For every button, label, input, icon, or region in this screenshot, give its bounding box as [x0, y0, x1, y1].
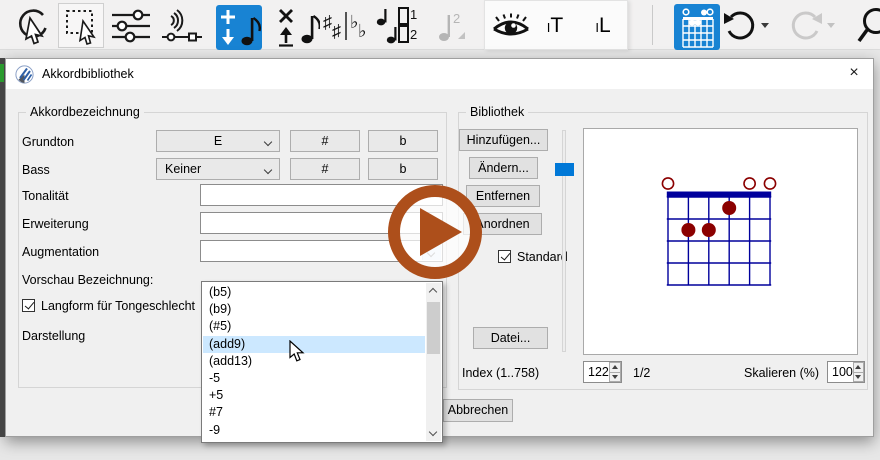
vorschau-label: Vorschau Bezeichnung:: [22, 273, 153, 287]
text-lyrics-icon[interactable]: IL: [586, 12, 620, 38]
text-title-icon[interactable]: IT: [538, 12, 572, 38]
chevron-down-icon: [264, 138, 272, 146]
background-window-sliver: [0, 58, 5, 437]
app-logo-icon: [15, 65, 34, 84]
scale-label: Skalieren (%): [744, 366, 819, 380]
grundton-combobox[interactable]: E: [156, 130, 280, 152]
dropdown-item[interactable]: #7: [203, 404, 425, 421]
lasso-select-icon[interactable]: [14, 7, 52, 45]
spin-up-icon[interactable]: [853, 362, 864, 373]
play-icon: [420, 208, 462, 256]
scroll-down-icon[interactable]: [426, 426, 441, 441]
library-slider-thumb[interactable]: [555, 163, 574, 176]
redo-dropdown-caret[interactable]: [827, 23, 835, 28]
main-toolbar: ♯ ♯ ♭ ♭ 1 2 2: [0, 0, 880, 50]
accidentals-icon[interactable]: ♯ ♯ ♭ ♭: [322, 7, 368, 45]
dropdown-item[interactable]: (b9): [203, 301, 425, 318]
cancel-button[interactable]: Abbrechen: [443, 399, 513, 422]
remove-button[interactable]: Entfernen: [466, 185, 540, 207]
standard-checkbox[interactable]: [498, 250, 511, 263]
mouse-cursor: [289, 340, 306, 368]
index-suffix: 1/2: [633, 366, 650, 380]
chord-fretboard-button[interactable]: [674, 4, 720, 50]
standard-label: Standard: [517, 250, 568, 264]
scroll-up-icon[interactable]: [426, 283, 441, 298]
tonalitaet-label: Tonalität: [22, 189, 69, 203]
close-icon[interactable]: ×: [835, 59, 873, 89]
grundton-value: E: [214, 134, 222, 148]
svg-text:1: 1: [410, 7, 417, 22]
augmentation-dropdown-popup: (b5)(b9)(#5)(add9)(add13)-5+5#7-9: [201, 281, 443, 443]
scrollbar-thumb[interactable]: [427, 302, 440, 354]
grundton-flat-button[interactable]: b: [368, 130, 438, 152]
bass-value: Keiner: [165, 162, 201, 176]
insert-note-button[interactable]: [216, 5, 262, 50]
dropdown-item[interactable]: +5: [203, 387, 425, 404]
app-screen: ♯ ♯ ♭ ♭ 1 2 2: [0, 0, 880, 460]
svg-text:2: 2: [410, 27, 417, 42]
scale-spinner[interactable]: 100: [827, 361, 865, 383]
text-lyrics-label: IL: [595, 15, 610, 36]
index-spinner[interactable]: 122: [583, 361, 622, 383]
rect-select-icon[interactable]: [58, 3, 104, 48]
erweiterung-label: Erweiterung: [22, 217, 89, 231]
darstellung-label: Darstellung: [22, 329, 85, 343]
spin-down-icon[interactable]: [853, 373, 864, 383]
dropdown-item[interactable]: -9: [203, 422, 425, 439]
file-button[interactable]: Datei...: [473, 327, 548, 349]
langform-checkbox[interactable]: [22, 299, 35, 312]
voices-1-2-icon[interactable]: 1 2: [372, 4, 418, 48]
chord-name-legend: Akkordbezeichnung: [26, 105, 144, 119]
library-legend: Bibliothek: [466, 105, 528, 119]
eye-icon[interactable]: [490, 12, 532, 40]
filter-sliders-icon[interactable]: [110, 8, 152, 44]
undo-dropdown-caret[interactable]: [761, 23, 769, 28]
bass-combobox[interactable]: Keiner: [156, 158, 280, 180]
grundton-sharp-button[interactable]: #: [290, 130, 360, 152]
scale-value[interactable]: 100: [828, 362, 853, 382]
augmentation-label: Augmentation: [22, 245, 99, 259]
dropdown-item[interactable]: (add13): [203, 353, 425, 370]
svg-text:2: 2: [453, 11, 460, 26]
dialog-titlebar[interactable]: Akkordbibliothek ×: [6, 59, 873, 89]
index-label: Index (1..758): [462, 366, 539, 380]
spin-down-icon[interactable]: [609, 373, 621, 383]
langform-label: Langform für Tongeschlecht: [41, 299, 195, 313]
zoom-icon[interactable]: [856, 4, 880, 48]
index-value[interactable]: 122: [584, 362, 609, 382]
grace-note-icon[interactable]: 2: [436, 9, 468, 45]
spin-up-icon[interactable]: [609, 362, 621, 373]
text-title-label: IT: [547, 15, 563, 36]
bass-flat-button[interactable]: b: [368, 158, 438, 180]
grundton-label: Grundton: [22, 135, 74, 149]
redo-icon[interactable]: [788, 8, 824, 44]
toolbar-separator: [652, 5, 653, 45]
dropdown-item[interactable]: (#5): [203, 318, 425, 335]
bass-sharp-button[interactable]: #: [290, 158, 360, 180]
svg-text:♯: ♯: [332, 21, 341, 41]
change-button[interactable]: Ändern...: [469, 157, 538, 179]
dropdown-item[interactable]: -5: [203, 370, 425, 387]
undo-icon[interactable]: [722, 8, 758, 44]
delete-note-icon[interactable]: [276, 6, 320, 48]
dropdown-scrollbar[interactable]: [426, 283, 441, 441]
audio-dynamics-icon[interactable]: [160, 9, 204, 43]
dropdown-item[interactable]: (b5): [203, 284, 425, 301]
svg-text:♭: ♭: [358, 21, 367, 41]
add-button[interactable]: Hinzufügen...: [459, 129, 548, 151]
chord-diagram: [655, 172, 783, 300]
background-window-green: [0, 64, 4, 82]
bass-label: Bass: [22, 163, 50, 177]
dialog-title: Akkordbibliothek: [42, 59, 134, 89]
augmentation-dropdown-list: (b5)(b9)(#5)(add9)(add13)-5+5#7-9: [203, 284, 425, 441]
dropdown-item[interactable]: (add9): [203, 336, 425, 353]
chevron-down-icon: [264, 166, 272, 174]
svg-text:♯: ♯: [323, 12, 332, 32]
